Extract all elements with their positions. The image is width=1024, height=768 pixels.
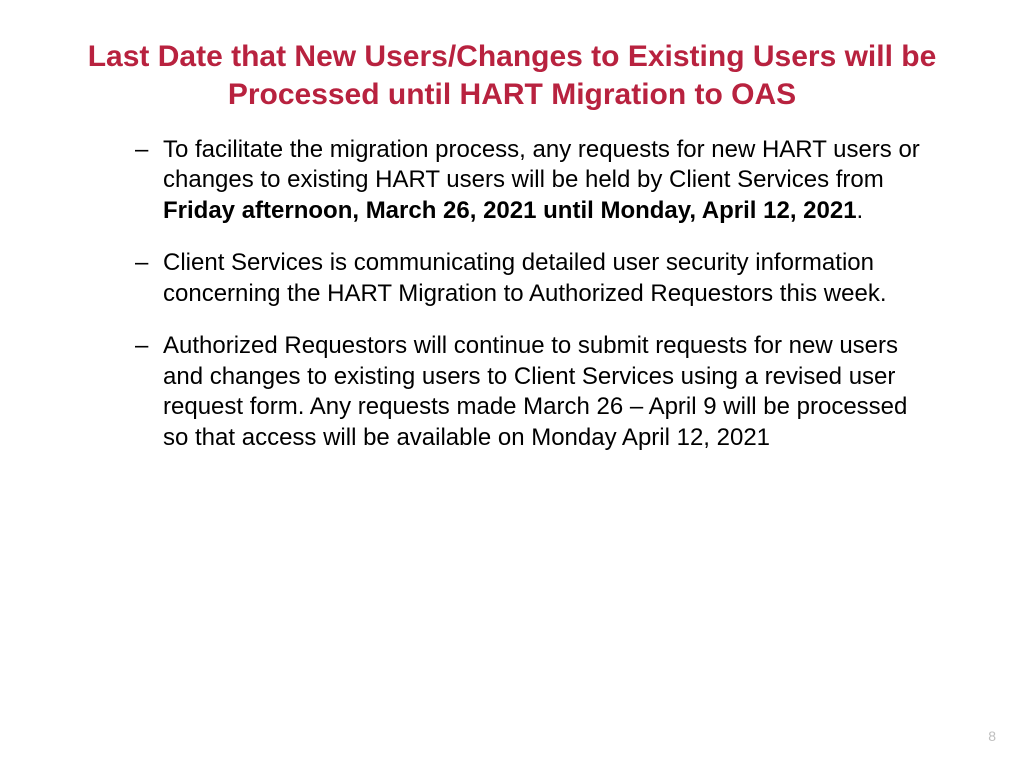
- bullet-text-pre: Authorized Requestors will continue to s…: [163, 332, 907, 450]
- bullet-text-post: .: [857, 197, 864, 224]
- bullet-text-bold: Friday afternoon, March 26, 2021 until M…: [163, 197, 857, 224]
- slide-container: Last Date that New Users/Changes to Exis…: [0, 0, 1024, 515]
- list-item: Authorized Requestors will continue to s…: [135, 331, 939, 453]
- list-item: To facilitate the migration process, any…: [135, 135, 939, 226]
- bullet-text-pre: To facilitate the migration process, any…: [163, 136, 920, 193]
- list-item: Client Services is communicating detaile…: [135, 248, 939, 309]
- bullet-text-pre: Client Services is communicating detaile…: [163, 249, 887, 306]
- slide-title: Last Date that New Users/Changes to Exis…: [85, 38, 939, 113]
- bullet-list: To facilitate the migration process, any…: [85, 135, 939, 453]
- page-number: 8: [988, 728, 996, 744]
